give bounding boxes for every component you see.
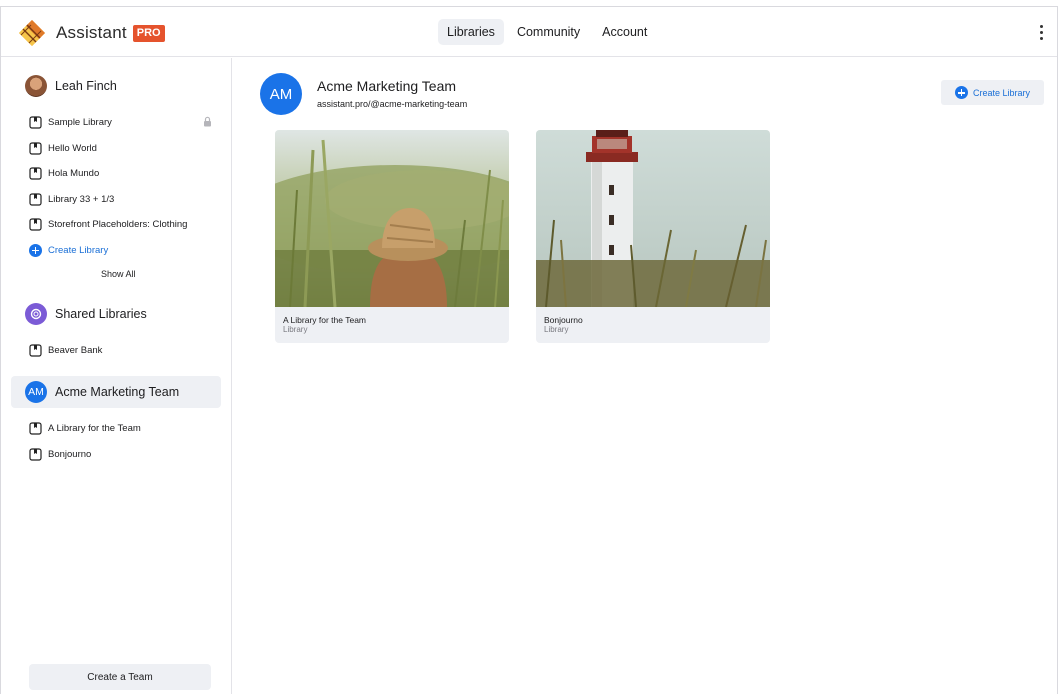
sidebar-team-header[interactable]: AM Acme Marketing Team xyxy=(11,376,221,408)
plus-circle-icon xyxy=(954,86,968,99)
shared-libraries-title: Shared Libraries xyxy=(55,307,147,321)
card-title: Bonjourno xyxy=(544,315,583,325)
sidebar-library-beaver-bank[interactable]: Beaver Bank xyxy=(29,342,209,358)
logo-icon xyxy=(19,20,45,46)
tab-community[interactable]: Community xyxy=(508,19,589,45)
sidebar-shared-header[interactable]: Shared Libraries xyxy=(11,298,221,330)
user-avatar xyxy=(25,75,47,97)
create-library-button[interactable]: Create Library xyxy=(941,80,1044,105)
app-name: Assistant xyxy=(56,23,127,42)
library-book-icon xyxy=(29,343,42,357)
user-name: Leah Finch xyxy=(55,79,117,93)
show-all-link[interactable]: Show All xyxy=(101,269,136,279)
sidebar-create-library-link[interactable]: Create Library xyxy=(29,242,108,258)
sidebar-library-label: Beaver Bank xyxy=(48,344,103,356)
library-book-icon xyxy=(29,115,42,129)
sidebar-library-label: Hola Mundo xyxy=(48,167,100,179)
sidebar: Leah Finch Sample Library Hello World Ho… xyxy=(1,58,232,694)
sidebar-library-label: Storefront Placeholders: Clothing xyxy=(48,218,188,230)
top-bar: Assistant PRO Libraries Community Accoun… xyxy=(1,7,1057,57)
sidebar-library-label: Library 33 + 1/3 xyxy=(48,193,115,205)
sidebar-library-team[interactable]: A Library for the Team xyxy=(29,420,209,436)
create-library-button-label: Create Library xyxy=(972,87,1031,98)
sidebar-library-storefront[interactable]: Storefront Placeholders: Clothing xyxy=(29,216,209,232)
sidebar-library-sample[interactable]: Sample Library xyxy=(29,114,211,130)
sidebar-library-label: Bonjourno xyxy=(48,448,92,460)
card-title: A Library for the Team xyxy=(283,315,366,325)
team-handle: assistant.pro/@acme-marketing-team xyxy=(317,99,468,109)
more-menu-icon[interactable] xyxy=(1037,21,1045,43)
sidebar-library-label: Sample Library xyxy=(48,116,112,128)
team-avatar: AM xyxy=(260,73,302,115)
library-card-bonjourno[interactable]: Bonjourno Library xyxy=(536,130,770,343)
library-thumbnail-image xyxy=(275,130,509,307)
library-book-icon xyxy=(29,166,42,180)
create-library-label: Create Library xyxy=(48,244,109,256)
library-thumbnail-image xyxy=(536,130,770,307)
tab-account[interactable]: Account xyxy=(593,19,656,45)
sidebar-library-33[interactable]: Library 33 + 1/3 xyxy=(29,191,209,207)
plus-circle-icon xyxy=(29,243,42,257)
top-nav: Libraries Community Account xyxy=(438,19,656,45)
sidebar-library-hola-mundo[interactable]: Hola Mundo xyxy=(29,165,209,181)
shared-libraries-icon xyxy=(25,303,47,325)
library-book-icon xyxy=(29,192,42,206)
sidebar-library-hello-world[interactable]: Hello World xyxy=(29,140,209,156)
page-title: Acme Marketing Team xyxy=(317,78,457,94)
card-subtitle: Library xyxy=(283,325,308,334)
library-card-team[interactable]: A Library for the Team Library xyxy=(275,130,509,343)
lock-icon xyxy=(204,116,211,127)
sidebar-user-header[interactable]: Leah Finch xyxy=(11,70,221,102)
tab-libraries[interactable]: Libraries xyxy=(438,19,504,45)
sidebar-library-label: Hello World xyxy=(48,142,97,154)
brand[interactable]: Assistant PRO xyxy=(17,18,165,48)
main-content: AM Acme Marketing Team assistant.pro/@ac… xyxy=(233,58,1059,694)
card-subtitle: Library xyxy=(544,325,569,334)
library-book-icon xyxy=(29,141,42,155)
team-title: Acme Marketing Team xyxy=(55,385,180,399)
library-book-icon xyxy=(29,217,42,231)
sidebar-library-label: A Library for the Team xyxy=(48,422,141,434)
pro-badge: PRO xyxy=(132,24,165,42)
library-book-icon xyxy=(29,421,42,435)
sidebar-library-bonjourno[interactable]: Bonjourno xyxy=(29,446,209,462)
app-window: Assistant PRO Libraries Community Accoun… xyxy=(0,6,1058,694)
library-book-icon xyxy=(29,447,42,461)
team-avatar-small: AM xyxy=(25,381,47,403)
create-team-button[interactable]: Create a Team xyxy=(29,664,211,690)
